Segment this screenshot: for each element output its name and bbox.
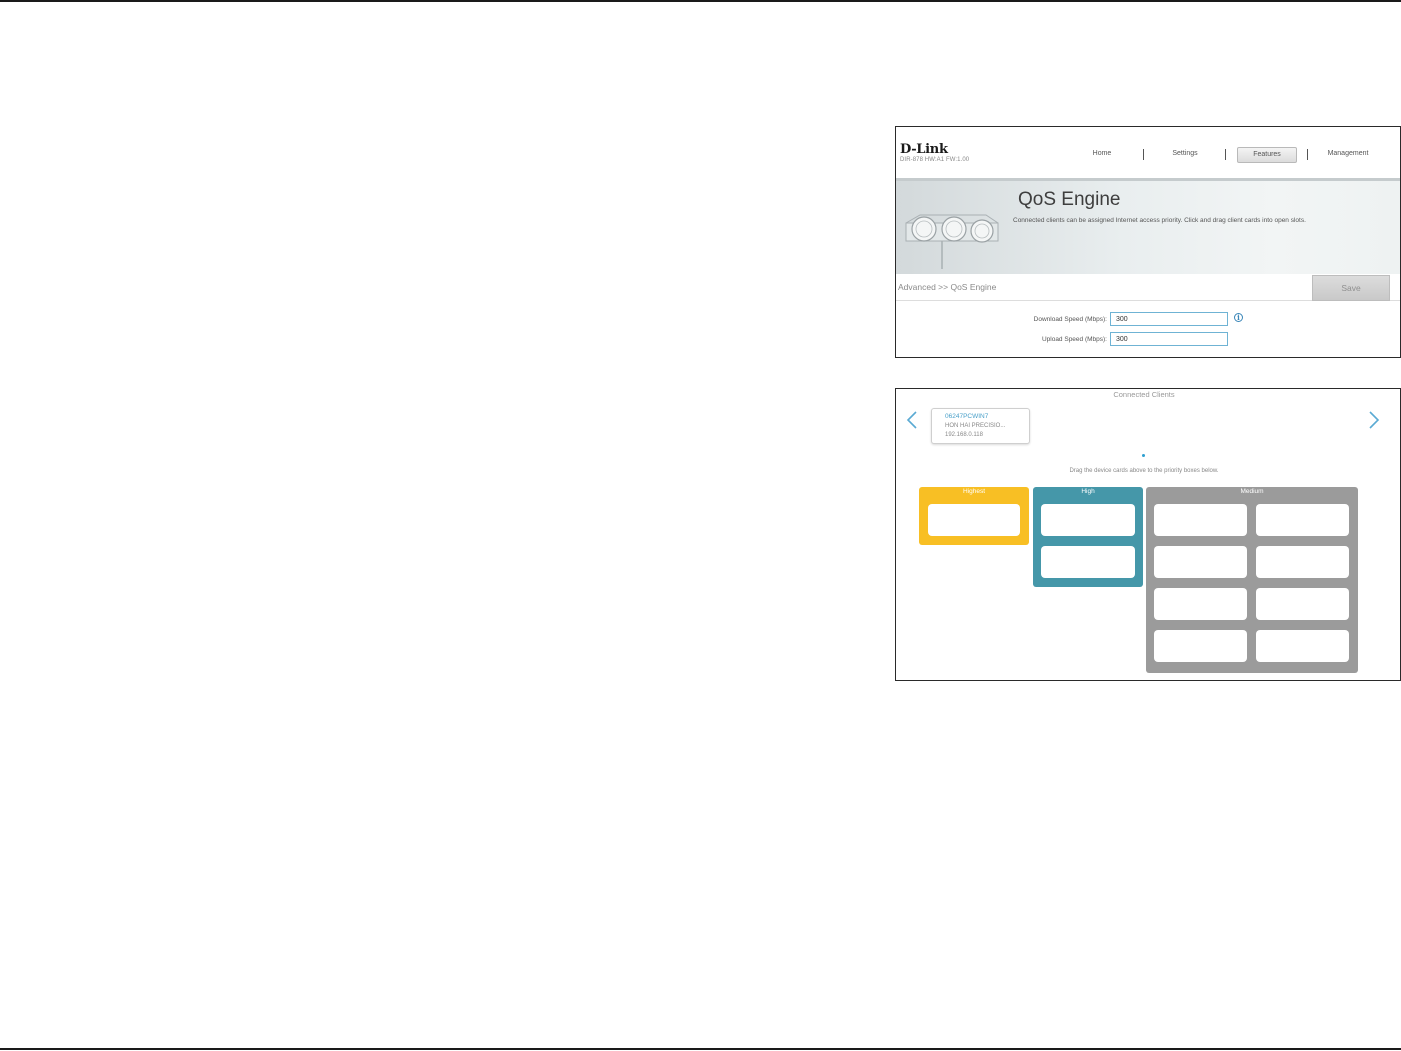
save-button[interactable]: Save [1312, 275, 1390, 301]
page-title: QoS Engine [1018, 189, 1121, 210]
nav-home[interactable]: Home [1082, 147, 1122, 161]
priority-slot[interactable] [1256, 588, 1349, 620]
upload-speed-row: Upload Speed (Mbps): 300 [896, 332, 1400, 348]
download-speed-input[interactable]: 300 [1110, 312, 1228, 326]
page-top-rule [0, 0, 1401, 2]
nav-settings[interactable]: Settings [1164, 147, 1206, 161]
nav-features[interactable]: Features [1237, 147, 1297, 163]
chevron-left-icon[interactable] [904, 409, 920, 431]
priority-box-high[interactable]: High [1033, 487, 1143, 587]
qos-engine-settings-panel: D-Link DIR-878 HW:A1 FW:1.00 Home Settin… [895, 126, 1401, 358]
connected-clients-panel: Connected Clients 06247PCWIN7 HON HAI PR… [895, 388, 1401, 681]
client-name: 06247PCWIN7 [945, 413, 989, 420]
client-ip: 192.168.0.118 [945, 432, 983, 438]
upload-speed-label: Upload Speed (Mbps): [1041, 336, 1107, 343]
priority-title-high: High [1081, 488, 1095, 495]
nav-separator [1225, 149, 1226, 160]
carousel-page-indicator[interactable] [1142, 454, 1145, 457]
priority-box-highest[interactable]: Highest [919, 487, 1029, 545]
priority-slot[interactable] [1154, 588, 1247, 620]
priority-slot[interactable] [1256, 504, 1349, 536]
chevron-right-icon[interactable] [1366, 409, 1382, 431]
priority-slot[interactable] [1154, 630, 1247, 662]
page-bottom-rule [0, 1048, 1401, 1050]
breadcrumb-bar: Advanced >> QoS Engine Save [896, 274, 1400, 301]
upload-speed-input[interactable]: 300 [1110, 332, 1228, 346]
priority-slot[interactable] [1256, 630, 1349, 662]
priority-slot[interactable] [1154, 546, 1247, 578]
download-speed-label: Download Speed (Mbps): [1033, 316, 1107, 323]
download-speed-row: Download Speed (Mbps): 300 i [896, 312, 1400, 328]
connected-clients-title: Connected Clients [1113, 390, 1175, 399]
priority-slot[interactable] [1041, 546, 1135, 578]
page-description: Connected clients can be assigned Intern… [1013, 217, 1306, 224]
nav-management[interactable]: Management [1320, 147, 1376, 161]
priority-slot[interactable] [928, 504, 1020, 536]
priority-box-medium[interactable]: Medium [1146, 487, 1358, 673]
priority-slot[interactable] [1154, 504, 1247, 536]
breadcrumb: Advanced >> QoS Engine [898, 282, 997, 292]
main-nav: Home Settings Features Management [896, 147, 1400, 163]
info-icon[interactable]: i [1234, 313, 1243, 322]
qos-dials-illustration-icon [905, 214, 999, 269]
drag-hint: Drag the device cards above to the prior… [1069, 468, 1219, 474]
priority-slot[interactable] [1041, 504, 1135, 536]
priority-slot[interactable] [1256, 546, 1349, 578]
priority-title-highest: Highest [962, 488, 986, 495]
page-banner: QoS Engine Connected clients can be assi… [896, 178, 1400, 277]
client-vendor: HON HAI PRECISIO... [945, 423, 1006, 429]
nav-separator [1307, 149, 1308, 160]
priority-title-medium: Medium [1240, 488, 1264, 495]
client-card[interactable]: 06247PCWIN7 HON HAI PRECISIO... 192.168.… [931, 408, 1030, 444]
nav-separator [1143, 149, 1144, 160]
